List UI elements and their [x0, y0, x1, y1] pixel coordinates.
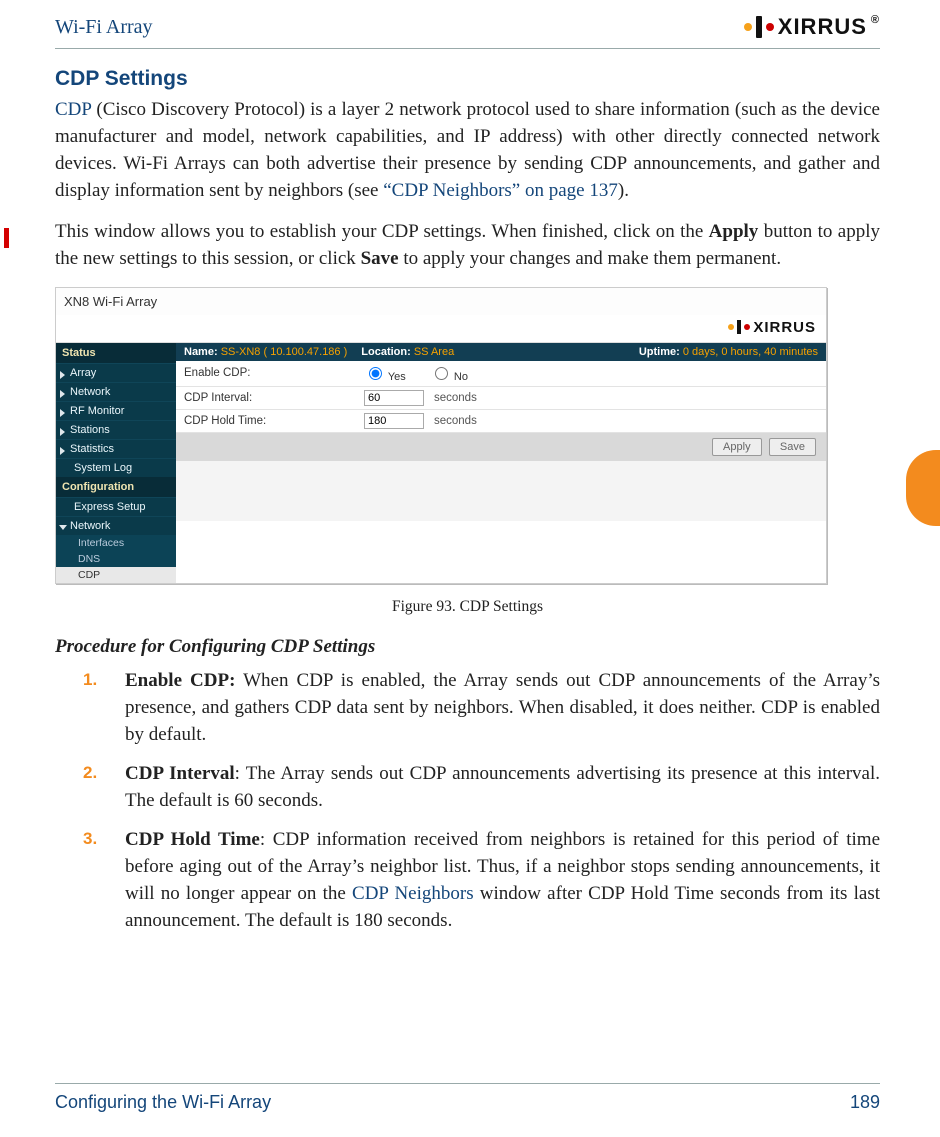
footer-rule: [55, 1083, 880, 1084]
sidebar-item-system-log[interactable]: System Log: [56, 458, 176, 477]
enable-cdp-yes-radio[interactable]: Yes: [364, 364, 406, 383]
logo-bar-icon: [737, 320, 741, 334]
procedure-step-1: Enable CDP: When CDP is enabled, the Arr…: [115, 668, 880, 749]
status-name-value: SS-XN8 ( 10.100.47.186 ): [221, 346, 348, 358]
seconds-unit: seconds: [434, 415, 477, 427]
footer-chapter-title: Configuring the Wi-Fi Array: [55, 1092, 271, 1113]
screenshot-logo: XIRRUS: [728, 319, 816, 336]
apply-term: Apply: [709, 221, 759, 242]
window-title: XN8 Wi-Fi Array: [56, 288, 826, 315]
logo-text: XIRRUS: [753, 319, 816, 336]
nav-sidebar: Status Array Network RF Monitor Stations…: [56, 343, 176, 583]
status-location-value: SS Area: [414, 346, 454, 358]
radio-label: No: [454, 371, 468, 383]
brand-logo: XIRRUS ®: [744, 14, 880, 40]
enable-cdp-label: Enable CDP:: [184, 367, 364, 379]
sidebar-subitem-cdp[interactable]: CDP: [56, 567, 176, 583]
content-panel: Name: SS-XN8 ( 10.100.47.186 ) Location:…: [176, 343, 826, 583]
step-term: Enable CDP:: [125, 670, 235, 691]
logo-bar-icon: [756, 16, 762, 38]
radio-input[interactable]: [435, 367, 448, 380]
step-term: CDP Interval: [125, 763, 235, 784]
cdp-neighbors-xref-link[interactable]: “CDP Neighbors” on page 137: [383, 180, 618, 201]
status-uptime-value: 0 days, 0 hours, 40 minutes: [683, 346, 818, 358]
registered-icon: ®: [871, 14, 880, 26]
cdp-neighbors-link[interactable]: CDP Neighbors: [352, 883, 474, 904]
procedure-list: Enable CDP: When CDP is enabled, the Arr…: [85, 668, 880, 935]
step-text: : The Array sends out CDP announcements …: [125, 763, 880, 811]
procedure-step-3: CDP Hold Time: CDP information received …: [115, 827, 880, 935]
step-term: CDP Hold Time: [125, 829, 260, 850]
status-bar: Name: SS-XN8 ( 10.100.47.186 ) Location:…: [176, 343, 826, 361]
radio-label: Yes: [388, 371, 406, 383]
sidebar-subitem-dns[interactable]: DNS: [56, 551, 176, 567]
text: ).: [618, 180, 629, 201]
seconds-unit: seconds: [434, 392, 477, 404]
text: This window allows you to establish your…: [55, 221, 709, 242]
procedure-heading: Procedure for Configuring CDP Settings: [55, 636, 880, 658]
radio-input[interactable]: [369, 367, 382, 380]
intro-paragraph-2: This window allows you to establish your…: [55, 219, 880, 273]
sidebar-heading-status: Status: [56, 343, 176, 363]
step-text: When CDP is enabled, the Array sends out…: [125, 670, 880, 745]
figure-cdp-settings: XN8 Wi-Fi Array XIRRUS Status Array Netw…: [55, 287, 880, 616]
figure-caption: Figure 93. CDP Settings: [55, 598, 880, 616]
apply-button[interactable]: Apply: [712, 438, 762, 456]
intro-paragraph-1: CDP (Cisco Discovery Protocol) is a laye…: [55, 97, 880, 205]
enable-cdp-no-radio[interactable]: No: [430, 364, 468, 383]
save-term: Save: [361, 248, 399, 269]
logo-dot-icon: [744, 23, 752, 31]
logo-dot-icon: [728, 324, 734, 330]
sidebar-item-stations[interactable]: Stations: [56, 420, 176, 439]
screenshot-window: XN8 Wi-Fi Array XIRRUS Status Array Netw…: [55, 287, 827, 584]
page-footer: Configuring the Wi-Fi Array 189: [55, 1083, 880, 1113]
text: to apply your changes and make them perm…: [399, 248, 782, 269]
cdp-hold-time-input[interactable]: [364, 413, 424, 429]
cdp-interval-input[interactable]: [364, 390, 424, 406]
sidebar-heading-configuration: Configuration: [56, 477, 176, 497]
sidebar-subitem-interfaces[interactable]: Interfaces: [56, 535, 176, 551]
section-heading: CDP Settings: [55, 67, 880, 91]
cdp-interval-label: CDP Interval:: [184, 392, 364, 404]
status-name-label: Name:: [184, 346, 218, 358]
page-number: 189: [850, 1092, 880, 1113]
change-bar: [4, 228, 9, 248]
sidebar-item-network[interactable]: Network: [56, 382, 176, 401]
cdp-hold-time-label: CDP Hold Time:: [184, 415, 364, 427]
sidebar-item-express-setup[interactable]: Express Setup: [56, 497, 176, 516]
procedure-step-2: CDP Interval: The Array sends out CDP an…: [115, 761, 880, 815]
logo-dot-icon: [744, 324, 750, 330]
cdp-glossary-link[interactable]: CDP: [55, 99, 91, 120]
section-tab: [906, 450, 940, 526]
save-button[interactable]: Save: [769, 438, 816, 456]
sidebar-item-rf-monitor[interactable]: RF Monitor: [56, 401, 176, 420]
sidebar-item-statistics[interactable]: Statistics: [56, 439, 176, 458]
running-header: Wi-Fi Array: [55, 16, 153, 39]
button-row: Apply Save: [176, 433, 826, 461]
status-uptime-label: Uptime:: [639, 346, 680, 358]
logo-dot-icon: [766, 23, 774, 31]
status-location-label: Location:: [361, 346, 411, 358]
logo-text: XIRRUS: [778, 14, 867, 40]
sidebar-item-array[interactable]: Array: [56, 363, 176, 382]
header-rule: [55, 48, 880, 49]
sidebar-item-network-config[interactable]: Network: [56, 516, 176, 535]
content-empty-area: [176, 461, 826, 521]
